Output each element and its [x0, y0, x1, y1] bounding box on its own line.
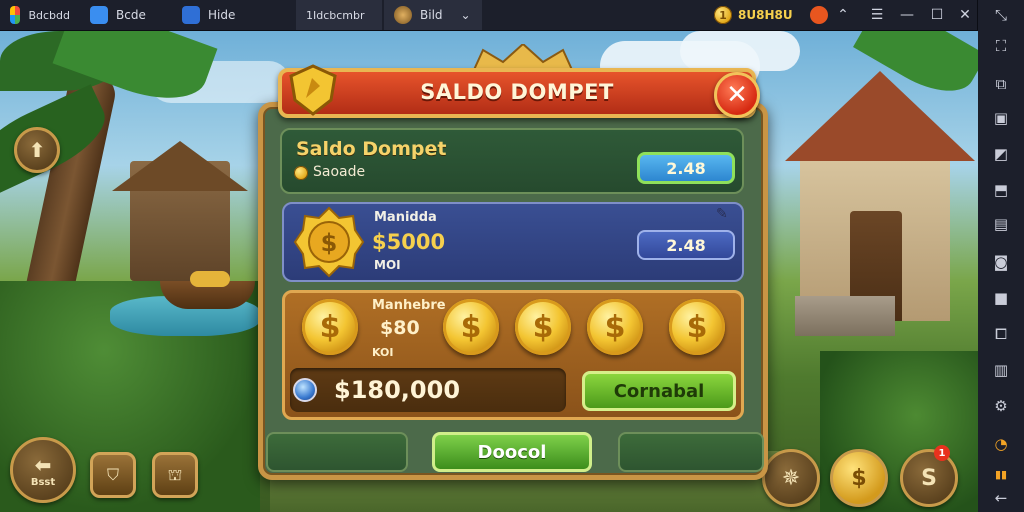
multi-instance-icon[interactable]: ⧠ [989, 322, 1013, 346]
wallet-button[interactable]: S [900, 449, 958, 507]
coins-amount: $80 [380, 317, 420, 339]
back-button-label: Bsst [30, 476, 56, 488]
close-icon[interactable]: ✕ [952, 0, 978, 30]
dialog-title-banner: SALDO DOMPET [278, 68, 756, 118]
bag-button[interactable]: ⛫ [152, 452, 198, 498]
tab-instance[interactable]: 1Idcbcmbr [296, 0, 382, 30]
record-icon[interactable]: ▣ [989, 106, 1013, 130]
footer-slot-left [266, 432, 408, 472]
gem-icon [293, 378, 317, 402]
coin-shop-button[interactable]: $ [830, 449, 888, 507]
maximize-icon[interactable]: ☐ [924, 0, 950, 30]
edit-icon[interactable]: ✎ [716, 206, 728, 222]
stone-steps [795, 296, 895, 336]
menu-icon[interactable]: ☰ [864, 0, 890, 30]
up-arrow-button[interactable]: ⬆ [14, 127, 60, 173]
home-icon [90, 6, 108, 24]
coin-balance: 1 8U8H8U [714, 4, 793, 26]
tab-label: Bcde [116, 8, 146, 22]
keyboard-icon[interactable]: ■ [989, 286, 1013, 310]
screenshot-icon[interactable]: ⧉ [989, 72, 1013, 96]
gauge-icon[interactable]: ◔ [989, 432, 1013, 456]
balance-value-field[interactable]: 2.48 [637, 152, 735, 184]
shield-emblem-icon [289, 64, 337, 116]
footer-slot-right [618, 432, 764, 472]
up-arrow-icon: ⬆ [28, 138, 46, 162]
close-dialog-button[interactable]: ✕ [714, 72, 760, 118]
coin-icon: $ [851, 465, 867, 491]
confirm-button-label: Cornabal [613, 380, 705, 402]
compass-button[interactable]: ✵ [762, 449, 820, 507]
tab-label: Hide [208, 8, 236, 22]
fire-icon[interactable] [806, 0, 832, 30]
gold-coin-icon[interactable]: $ [587, 299, 643, 355]
back-button[interactable]: ⬅ Bsst [10, 437, 76, 503]
tab-game[interactable]: Bild ⌄ [384, 0, 482, 30]
tab-window[interactable]: Hide [172, 0, 292, 30]
gold-coin-icon[interactable]: $ [443, 299, 499, 355]
game-icon [394, 6, 412, 24]
camera-icon[interactable]: ◙ [989, 250, 1013, 274]
bank-value-field[interactable]: 2.48 [637, 230, 735, 260]
emulator-sidebar: ⤡ ⛶ ⧉ ▣ ◩ ⬒ ▤ ◙ ■ ⧠ ▥ ⚙ ◔ ▮▮ ← [977, 0, 1024, 512]
bank-value: 2.48 [666, 235, 706, 255]
compass-icon: ✵ [781, 465, 801, 491]
dialog-title: SALDO DOMPET [420, 80, 614, 104]
performance-icon: ▮▮ [994, 467, 1008, 481]
gold-coin-icon[interactable]: $ [515, 299, 571, 355]
balance-heading: Saldo Dompet [296, 138, 447, 160]
gold-coin-icon[interactable]: $ [669, 299, 725, 355]
expand-icon[interactable]: ⤡ [989, 3, 1013, 27]
settings-icon[interactable]: ⚙ [989, 394, 1013, 418]
volume-icon[interactable]: ◩ [989, 142, 1013, 166]
shield-button[interactable]: ⛉ [90, 452, 136, 498]
chevron-down-icon[interactable]: ⌄ [461, 8, 471, 22]
tab-label: Bdcbdd [28, 8, 70, 22]
minimize-icon[interactable]: — [894, 0, 920, 30]
back-icon[interactable]: ← [989, 486, 1013, 510]
cloud [680, 31, 800, 71]
emulator-title-bar: Bdcbdd Bcde Hide 1Idcbcmbr Bild ⌄ 1 8U8H… [0, 0, 978, 31]
tab-label: 1Idcbcmbr [306, 8, 365, 22]
shield-icon: ⛉ [106, 465, 119, 484]
tab-label: Bild [420, 8, 443, 22]
svg-text:$: $ [321, 229, 338, 257]
folder-icon[interactable]: ▤ [989, 212, 1013, 236]
footer-button-label: Doocol [477, 441, 547, 463]
tab-home[interactable]: Bcde [80, 0, 172, 30]
gold-badge-icon: $ [293, 206, 365, 278]
treasure [190, 271, 230, 287]
coin-icon [294, 166, 308, 180]
bank-amount: $5000 [372, 230, 446, 254]
bank-unit: MOI [374, 258, 401, 272]
notification-badge: 1 [934, 445, 950, 461]
gold-coin-icon: $ [302, 299, 358, 355]
footer-button[interactable]: Doocol [432, 432, 592, 472]
hide-icon[interactable]: ⌃ [830, 0, 856, 30]
coins-label: Manhebre [372, 298, 446, 313]
hut-roof [112, 141, 248, 191]
app-icon [10, 6, 21, 24]
tab-app[interactable]: Bdcbdd [0, 0, 80, 30]
balance-sub: Saoade [313, 164, 366, 180]
apk-icon[interactable]: ⬒ [989, 178, 1013, 202]
window-icon [182, 6, 200, 24]
coins-unit: KOI [372, 346, 394, 359]
wallet-icon: S [921, 465, 937, 491]
coin-balance-value: 8U8H8U [738, 8, 793, 22]
bank-label: Manidda [374, 210, 437, 225]
fullscreen-icon[interactable]: ⛶ [989, 34, 1013, 58]
back-arrow-icon: ⬅ [34, 452, 52, 477]
close-icon: ✕ [726, 80, 748, 110]
balance-value: 2.48 [666, 158, 706, 178]
macro-icon[interactable]: ▥ [989, 358, 1013, 382]
coin-icon: 1 [714, 6, 732, 24]
confirm-button[interactable]: Cornabal [582, 371, 736, 411]
bag-icon: ⛫ [167, 464, 183, 484]
coins-total: $180,000 [334, 376, 461, 404]
